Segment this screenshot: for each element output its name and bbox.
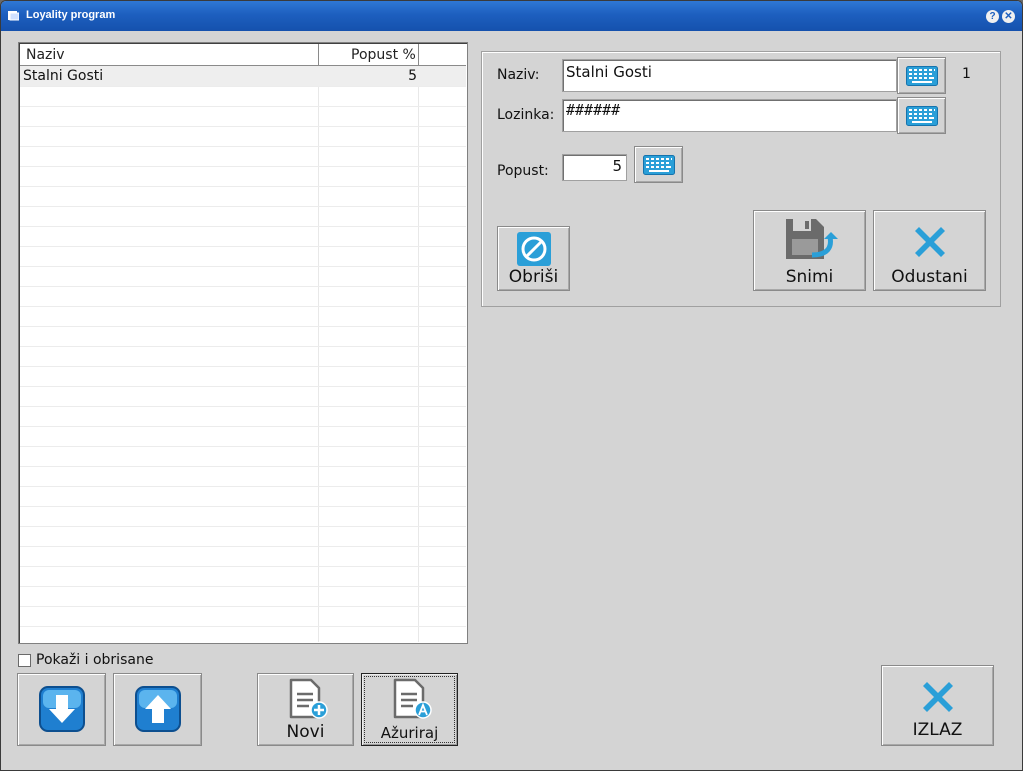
new-button-label: Novi xyxy=(286,722,325,742)
loyalty-list-grid[interactable]: Naziv Popust % Stalni Gosti 5 xyxy=(18,42,468,644)
save-button[interactable]: Snimi xyxy=(753,210,866,291)
dialog-body: Naziv Popust % Stalni Gosti 5 Pokaži i o… xyxy=(5,31,1018,766)
update-button-label: Ažuriraj xyxy=(380,724,439,742)
cancel-button-label: Odustani xyxy=(891,267,968,287)
close-window-button[interactable]: ✕ xyxy=(1002,10,1015,23)
discount-value: 5 xyxy=(612,157,622,175)
name-label: Naziv: xyxy=(497,67,540,83)
name-keyboard-button[interactable] xyxy=(897,57,946,94)
new-document-icon xyxy=(289,678,328,719)
title-bar: Loyality program ? ✕ xyxy=(1,1,1022,31)
column-header-naziv[interactable]: Naziv xyxy=(26,44,65,65)
record-id: 1 xyxy=(962,66,971,82)
column-header-popust[interactable]: Popust % xyxy=(351,44,416,65)
keyboard-icon xyxy=(906,66,938,86)
arrow-down-icon xyxy=(39,686,85,732)
loyalty-program-window: Loyality program ? ✕ Naziv Popust % Stal… xyxy=(0,0,1023,771)
name-field[interactable]: Stalni Gosti xyxy=(562,59,897,92)
password-value: ###### xyxy=(566,101,621,119)
new-button[interactable]: Novi xyxy=(257,673,354,746)
detail-panel: Naziv: Stalni Gosti 1 Lozinka: ###### Po… xyxy=(481,51,1001,307)
app-icon xyxy=(8,11,19,21)
discount-field[interactable]: 5 xyxy=(562,154,627,181)
help-button[interactable]: ? xyxy=(986,10,999,23)
keyboard-icon xyxy=(906,106,938,126)
move-up-button[interactable] xyxy=(113,673,202,746)
row-naziv: Stalni Gosti xyxy=(23,68,104,84)
delete-button[interactable]: Obriši xyxy=(497,226,570,291)
grid-header: Naziv Popust % xyxy=(20,44,466,66)
exit-button-label: IZLAZ xyxy=(912,720,963,740)
discount-keyboard-button[interactable] xyxy=(634,146,683,183)
delete-button-label: Obriši xyxy=(508,267,559,287)
edit-document-icon xyxy=(393,678,432,719)
cancel-button[interactable]: Odustani xyxy=(873,210,986,291)
exit-button[interactable]: IZLAZ xyxy=(881,665,994,746)
block-icon xyxy=(517,232,551,266)
grid-body: Stalni Gosti 5 xyxy=(20,66,466,642)
show-deleted-label: Pokaži i obrisane xyxy=(36,652,154,668)
save-button-label: Snimi xyxy=(785,267,834,287)
show-deleted-checkbox[interactable] xyxy=(18,654,31,667)
table-row[interactable]: Stalni Gosti 5 xyxy=(20,66,466,87)
save-icon xyxy=(786,219,838,259)
close-icon xyxy=(923,682,953,712)
row-popust: 5 xyxy=(408,68,417,84)
close-icon xyxy=(915,227,945,257)
update-button[interactable]: Ažuriraj xyxy=(361,673,458,746)
keyboard-icon xyxy=(643,155,675,175)
password-field[interactable]: ###### xyxy=(562,99,897,132)
password-keyboard-button[interactable] xyxy=(897,97,946,134)
password-label: Lozinka: xyxy=(497,107,555,123)
move-down-button[interactable] xyxy=(17,673,106,746)
arrow-up-icon xyxy=(135,686,181,732)
discount-label: Popust: xyxy=(497,163,549,179)
name-value: Stalni Gosti xyxy=(566,63,652,81)
window-title: Loyality program xyxy=(26,9,116,21)
